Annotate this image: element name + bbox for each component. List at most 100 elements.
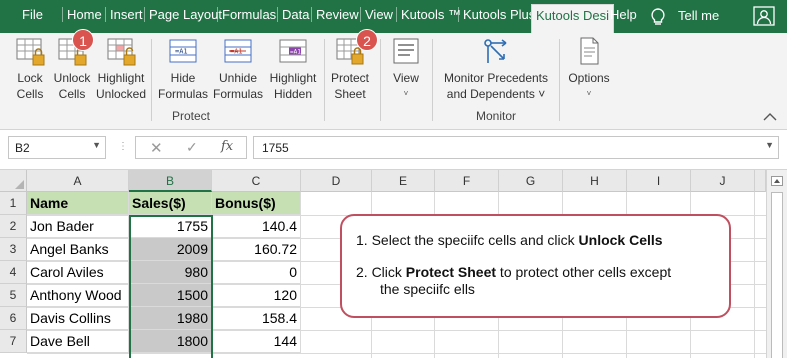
header-cell-name[interactable]: Name <box>27 192 129 215</box>
tab-kutools-design[interactable]: Kutools Desi <box>531 4 614 33</box>
options-dropdown-button[interactable]: Options ˅ <box>565 35 613 102</box>
table-cell-name[interactable]: Dave Bell <box>27 330 129 353</box>
column-header-d[interactable]: D <box>301 170 372 192</box>
header-cell-bonus[interactable]: Bonus($) <box>212 192 301 215</box>
ribbon: Lock Cells Unlock Cells 1 Highlight Unlo… <box>0 29 787 130</box>
lock-cells-button[interactable]: Lock Cells <box>8 35 52 102</box>
hide-formulas-label-2: Formulas <box>157 87 208 101</box>
select-all-button[interactable] <box>0 170 27 192</box>
highlight-unlocked-button[interactable]: Highlight Unlocked <box>93 35 149 102</box>
row-header-7[interactable]: 7 <box>0 330 27 353</box>
header-cell-sales[interactable]: Sales($) <box>129 192 212 215</box>
monitor-label-2: and Dependents ˅ <box>446 87 546 101</box>
name-box[interactable]: B2 ▼ <box>8 136 106 159</box>
table-cell-name[interactable]: Angel Banks <box>27 238 129 261</box>
table-cell-sales[interactable]: 1500 <box>129 284 212 307</box>
column-header-g[interactable]: G <box>499 170 563 192</box>
row-header-2[interactable]: 2 <box>0 215 27 238</box>
table-cell-bonus[interactable]: 144 <box>212 330 301 353</box>
row-header-6[interactable]: 6 <box>0 307 27 330</box>
view-dropdown-button[interactable]: View ˅ <box>386 35 426 102</box>
row-header-3[interactable]: 3 <box>0 238 27 261</box>
callout-step-2-line-2: the speciifc ells <box>380 281 475 297</box>
tab-view[interactable]: View <box>360 7 393 22</box>
chevron-down-icon[interactable]: ▼ <box>765 140 774 150</box>
highlight-hidden-label-1: Highlight <box>269 71 317 85</box>
tab-help[interactable]: Help <box>610 7 637 22</box>
tab-kutools[interactable]: Kutools ™ <box>396 7 461 22</box>
table-cell-name[interactable]: Carol Aviles <box>27 261 129 284</box>
callout-step-2-suffix: to protect other cells except <box>496 264 672 280</box>
column-header-f[interactable]: F <box>435 170 499 192</box>
row-header-5[interactable]: 5 <box>0 284 27 307</box>
svg-text:=A1: =A1 <box>290 49 301 56</box>
table-cell-bonus[interactable]: 140.4 <box>212 215 301 238</box>
column-header-c[interactable]: C <box>212 170 301 192</box>
collapse-ribbon-icon[interactable] <box>763 112 777 122</box>
name-box-value: B2 <box>15 141 30 155</box>
unhide-formulas-button[interactable]: =A1 Unhide Formulas <box>212 35 264 102</box>
tab-page-layout[interactable]: Page Layout <box>144 7 222 22</box>
tell-me-search[interactable]: Tell me <box>678 8 719 23</box>
options-document-icon <box>580 37 599 65</box>
tab-data[interactable]: Data <box>277 7 309 22</box>
table-cell-sales-active[interactable]: 1755 <box>129 215 212 238</box>
tab-kutools-plus[interactable]: Kutools Plus <box>458 7 535 22</box>
lock-cells-label-2: Cells <box>16 87 44 101</box>
ribbon-tabs-bar: File Home Insert Page Layout Formulas Da… <box>0 0 787 33</box>
unhide-formulas-label-2: Formulas <box>212 87 263 101</box>
formula-value: 1755 <box>262 141 289 155</box>
column-header-j[interactable]: J <box>691 170 755 192</box>
enter-icon[interactable]: ✓ <box>186 139 198 156</box>
scrollbar-thumb[interactable] <box>771 192 783 358</box>
cancel-icon[interactable]: ✕ <box>150 139 163 157</box>
tab-home[interactable]: Home <box>62 7 102 22</box>
unlock-cells-label-1: Unlock <box>53 71 91 85</box>
table-cell-sales[interactable]: 1800 <box>129 330 212 353</box>
lightbulb-icon[interactable] <box>648 7 668 27</box>
table-cell-sales[interactable]: 1980 <box>129 307 212 330</box>
row-header-4[interactable]: 4 <box>0 261 27 284</box>
hide-formulas-button[interactable]: =A1 Hide Formulas <box>157 35 209 102</box>
view-icon <box>393 38 419 64</box>
table-cell-bonus[interactable]: 120 <box>212 284 301 307</box>
step-badge-2: 2 <box>356 29 378 51</box>
formula-input[interactable]: 1755 ▼ <box>253 136 779 159</box>
table-cell-bonus[interactable]: 0 <box>212 261 301 284</box>
tab-formulas[interactable]: Formulas <box>217 7 276 22</box>
callout-step-2-text: 2. Click <box>356 264 406 280</box>
table-cell-sales[interactable]: 980 <box>129 261 212 284</box>
monitor-precedents-button[interactable]: Monitor Precedents and Dependents ˅ <box>440 35 552 102</box>
ribbon-divider <box>559 39 560 121</box>
gridline <box>754 192 755 358</box>
callout-step-1: 1. Select the speciifc cells and click U… <box>356 232 717 249</box>
instruction-callout: 1. Select the speciifc cells and click U… <box>340 214 731 318</box>
formula-bar-grip[interactable]: ⋮ <box>118 141 128 152</box>
column-header-i[interactable]: I <box>627 170 691 192</box>
ribbon-divider <box>151 39 152 121</box>
highlight-unlocked-label-1: Highlight <box>97 71 145 85</box>
column-header-k[interactable] <box>755 170 766 192</box>
tab-file[interactable]: File <box>22 7 43 22</box>
formula-bar: B2 ▼ ⋮ ✕ ✓ fx 1755 ▼ <box>0 130 787 166</box>
tab-insert[interactable]: Insert <box>105 7 143 22</box>
table-cell-name[interactable]: Jon Bader <box>27 215 129 238</box>
share-person-icon[interactable] <box>753 6 775 26</box>
table-cell-name[interactable]: Anthony Wood <box>27 284 129 307</box>
tab-review[interactable]: Review <box>311 7 359 22</box>
table-cell-sales[interactable]: 2009 <box>129 238 212 261</box>
table-cell-name[interactable]: Davis Collins <box>27 307 129 330</box>
step-badge-1: 1 <box>72 29 94 51</box>
column-header-e[interactable]: E <box>372 170 435 192</box>
column-header-b[interactable]: B <box>129 170 212 192</box>
column-header-h[interactable]: H <box>563 170 627 192</box>
scroll-up-icon[interactable] <box>771 176 783 186</box>
vertical-scrollbar[interactable] <box>766 170 787 358</box>
column-header-a[interactable]: A <box>27 170 129 192</box>
row-header-1[interactable]: 1 <box>0 192 27 215</box>
highlight-hidden-button[interactable]: =A1 Highlight Hidden <box>266 35 320 102</box>
chevron-down-icon[interactable]: ▼ <box>92 140 101 150</box>
table-cell-bonus[interactable]: 160.72 <box>212 238 301 261</box>
table-cell-bonus[interactable]: 158.4 <box>212 307 301 330</box>
insert-function-icon[interactable]: fx <box>221 139 233 154</box>
